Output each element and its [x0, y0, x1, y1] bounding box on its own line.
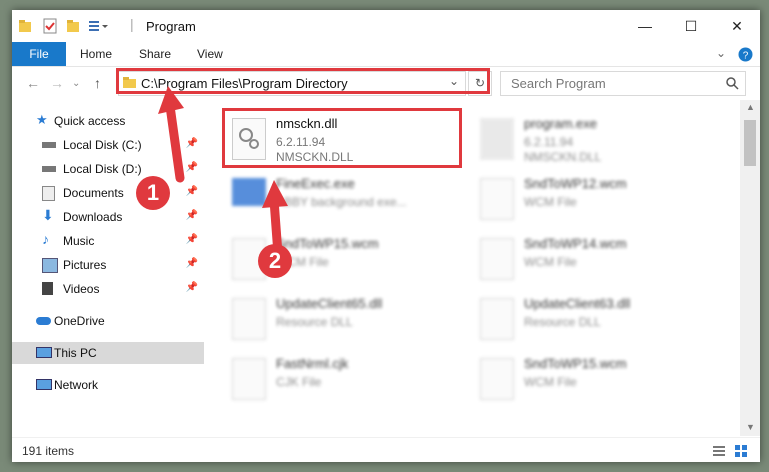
dll-gear-icon	[232, 298, 266, 340]
computer-monitor-icon	[36, 347, 52, 358]
details-view-icon[interactable]	[712, 444, 726, 458]
status-bar: 191 items	[12, 437, 760, 462]
maximize-button[interactable]: ☐	[668, 10, 714, 42]
tab-file[interactable]: File	[12, 42, 66, 66]
large-icons-view-icon[interactable]	[734, 444, 748, 458]
network-icon	[36, 379, 52, 390]
sidebar-item-music[interactable]: ♪ Music 📌	[12, 230, 204, 252]
sidebar-item-videos[interactable]: Videos 📌	[12, 278, 204, 300]
exe-icon	[480, 118, 514, 160]
sidebar-item-network[interactable]: Network	[12, 374, 204, 396]
sidebar-item-onedrive[interactable]: OneDrive	[12, 310, 204, 332]
customize-toolbar-icon[interactable]	[88, 18, 108, 34]
document-icon	[232, 358, 266, 400]
sidebar-item-local-disk-d[interactable]: Local Disk (D:) 📌	[12, 158, 204, 180]
document-icon	[480, 178, 514, 220]
pin-icon[interactable]: 📌	[186, 282, 198, 293]
exe-icon	[232, 178, 266, 206]
address-highlight	[116, 68, 490, 94]
drive-icon	[42, 142, 56, 148]
title-separator: |	[130, 16, 134, 32]
vertical-scrollbar[interactable]: ▲ ▼	[740, 100, 760, 436]
file-item-updateclient63[interactable]: UpdateClient63.dll Resource DLL	[472, 290, 712, 346]
documents-icon	[42, 186, 55, 201]
pin-icon[interactable]: 📌	[186, 210, 198, 221]
back-arrow-icon[interactable]: ←	[26, 75, 40, 91]
star-icon: ★	[36, 112, 48, 127]
file-item-updateclient65[interactable]: UpdateClient65.dll Resource DLL	[224, 290, 464, 346]
search-icon[interactable]	[726, 77, 739, 90]
sidebar-item-quick-access[interactable]: ★ Quick access	[12, 110, 204, 132]
tab-share[interactable]: Share	[139, 42, 171, 66]
up-arrow-icon[interactable]: ↑	[94, 75, 101, 91]
scroll-thumb[interactable]	[744, 120, 756, 166]
pin-icon[interactable]: 📌	[186, 234, 198, 245]
navigation-bar: ← → ⌄ ↑ C:\Program Files\Program Directo…	[12, 67, 760, 99]
search-input[interactable]: Search Program	[511, 76, 606, 91]
properties-icon[interactable]	[42, 18, 58, 34]
search-box[interactable]: Search Program	[500, 71, 746, 96]
forward-arrow-icon[interactable]: →	[50, 75, 64, 91]
cloud-icon	[36, 317, 51, 325]
file-item-fineexec-exe[interactable]: FineExec.exe ABBY background exe...	[224, 170, 464, 226]
document-icon	[480, 358, 514, 400]
ribbon: File Home Share View ⌄ ?	[12, 42, 760, 67]
pin-icon[interactable]: 📌	[186, 138, 198, 149]
pictures-icon	[42, 258, 58, 273]
music-note-icon: ♪	[42, 231, 49, 247]
sidebar-item-pictures[interactable]: Pictures 📌	[12, 254, 204, 276]
pin-icon[interactable]: 📌	[186, 186, 198, 197]
sidebar-item-documents[interactable]: Documents 📌	[12, 182, 204, 204]
new-folder-icon[interactable]	[66, 18, 80, 34]
tab-home[interactable]: Home	[80, 42, 112, 66]
film-strip-icon	[42, 282, 53, 295]
file-item-fastnrml[interactable]: FastNrml.cjk CJK File	[224, 350, 464, 406]
sidebar-item-local-disk-c[interactable]: Local Disk (C:) 📌	[12, 134, 204, 156]
pin-icon[interactable]: 📌	[186, 162, 198, 173]
title-bar: | Program — ☐ ✕	[12, 10, 760, 42]
step-badge-2: 2	[258, 244, 292, 278]
explorer-window: | Program — ☐ ✕ File Home Share View ⌄ ?…	[12, 10, 760, 462]
svg-text:?: ?	[743, 51, 749, 62]
navigation-pane: ★ Quick access Local Disk (C:) 📌 Local D…	[12, 100, 204, 436]
sidebar-item-this-pc[interactable]: This PC	[12, 342, 204, 364]
item-count: 191 items	[22, 444, 75, 458]
file-item-sndtowp14[interactable]: SndToWP14.wcm WCM File	[472, 230, 712, 286]
download-arrow-icon: ⬇	[42, 207, 54, 223]
drive-icon	[42, 166, 56, 172]
file-item-program-exe[interactable]: program.exe 6.2.11.94 NMSCKN.DLL	[472, 110, 712, 166]
tab-view[interactable]: View	[197, 42, 223, 66]
scroll-down-icon[interactable]: ▼	[746, 422, 755, 432]
scroll-up-icon[interactable]: ▲	[746, 102, 755, 112]
file-highlight	[222, 108, 462, 168]
dll-gear-icon	[480, 298, 514, 340]
folder-icon	[19, 20, 31, 32]
close-button[interactable]: ✕	[714, 10, 760, 42]
file-item-sndtowp12[interactable]: SndToWP12.wcm WCM File	[472, 170, 712, 226]
help-icon[interactable]: ?	[738, 47, 753, 62]
window-title: Program	[146, 19, 196, 34]
recent-locations-icon[interactable]: ⌄	[72, 78, 80, 89]
sidebar-item-downloads[interactable]: ⬇ Downloads 📌	[12, 206, 204, 228]
file-item-sndtowp15-b[interactable]: SndToWP15.wcm WCM File	[472, 350, 712, 406]
document-icon	[480, 238, 514, 280]
expand-ribbon-icon[interactable]: ⌄	[716, 46, 726, 60]
step-badge-1: 1	[136, 176, 170, 210]
pin-icon[interactable]: 📌	[186, 258, 198, 269]
minimize-button[interactable]: —	[622, 10, 668, 42]
